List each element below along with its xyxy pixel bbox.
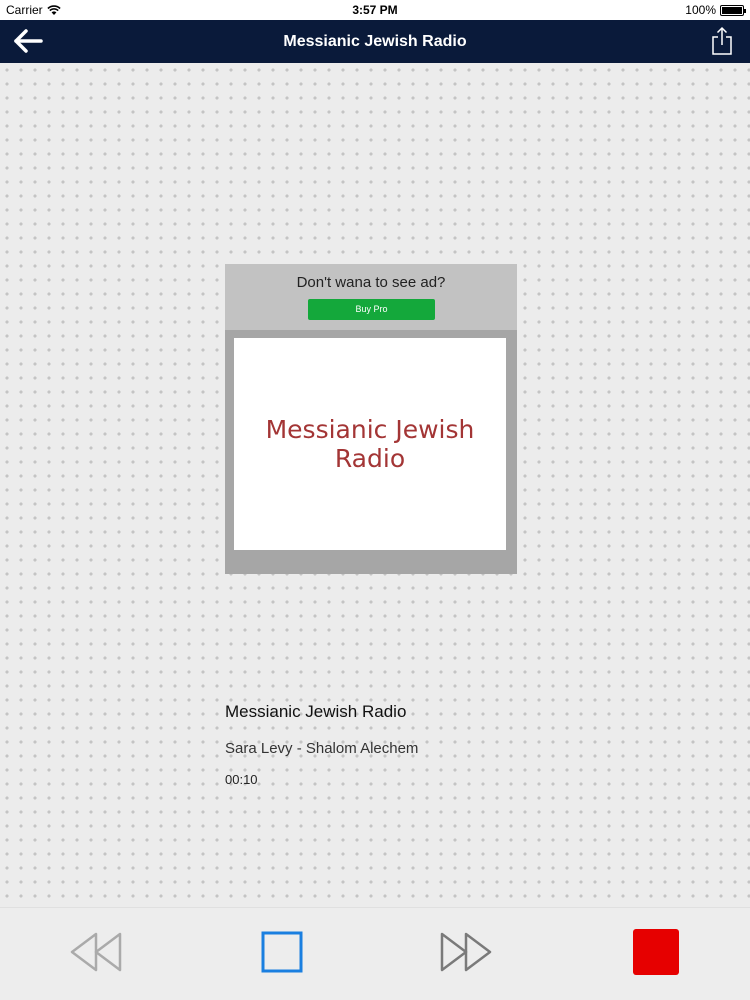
page-title: Messianic Jewish Radio <box>283 33 467 50</box>
status-time: 3:57 PM <box>352 3 398 17</box>
status-right: 100% <box>685 3 746 17</box>
buy-pro-button[interactable]: Buy Pro <box>308 299 435 320</box>
share-icon <box>712 26 732 55</box>
player-toolbar <box>0 907 750 1000</box>
rewind-button[interactable] <box>66 930 124 974</box>
elapsed-time: 00:10 <box>225 772 258 787</box>
ad-prompt: Don't wana to see ad? <box>296 274 446 291</box>
ad-header: Don't wana to see ad? Buy Pro <box>225 264 517 330</box>
rewind-icon <box>70 932 122 972</box>
logo-line-2: Radio <box>334 444 406 473</box>
fast-forward-button[interactable] <box>438 930 496 974</box>
stop-button[interactable] <box>633 929 679 975</box>
station-logo: Messianic Jewish Radio <box>234 338 506 550</box>
battery-icon <box>720 4 746 16</box>
ad-banner[interactable]: Don't wana to see ad? Buy Pro Messianic … <box>225 264 517 574</box>
stop-outline-button[interactable] <box>260 930 304 974</box>
logo-line-1: Messianic Jewish <box>265 415 475 444</box>
share-button[interactable] <box>710 26 734 56</box>
status-bar: Carrier 3:57 PM 100% <box>0 0 750 20</box>
station-name: Messianic Jewish Radio <box>225 702 407 721</box>
battery-fill <box>722 6 742 14</box>
fast-forward-icon <box>440 932 492 972</box>
battery-percent: 100% <box>685 3 716 17</box>
track-name: Sara Levy - Shalom Alechem <box>225 740 419 757</box>
navigation-bar: Messianic Jewish Radio <box>0 20 750 63</box>
stop-outline-icon <box>261 931 303 973</box>
